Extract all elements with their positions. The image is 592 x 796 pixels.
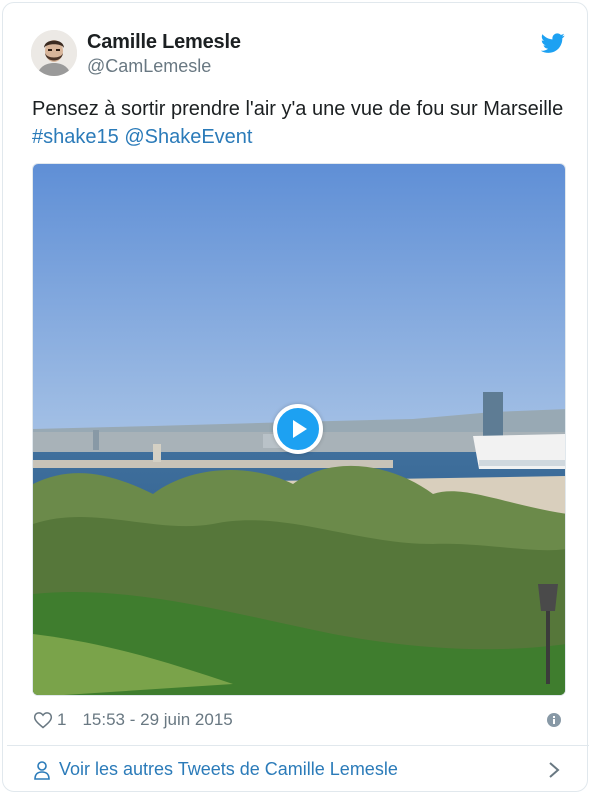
- chevron-right-icon[interactable]: [547, 761, 561, 779]
- divider: [7, 745, 589, 746]
- mention-link[interactable]: @ShakeEvent: [124, 126, 252, 148]
- tweet-card: Camille Lemesle @CamLemesle Pensez à sor…: [2, 2, 589, 792]
- heart-icon[interactable]: [33, 710, 53, 730]
- hashtag-link[interactable]: #shake15: [32, 126, 119, 148]
- tweet-meta: 1 15:53 - 29 juin 2015: [33, 710, 233, 730]
- author-name[interactable]: Camille Lemesle: [87, 31, 241, 54]
- avatar[interactable]: [31, 30, 77, 76]
- tweet-body: Pensez à sortir prendre l'air y'a une vu…: [32, 98, 564, 120]
- twitter-bird-icon[interactable]: [540, 31, 565, 55]
- more-tweets-label: Voir les autres Tweets de Camille Lemesl…: [59, 759, 398, 779]
- like-count: 1: [57, 710, 67, 729]
- person-icon: [33, 760, 51, 780]
- more-tweets-link[interactable]: Voir les autres Tweets de Camille Lemesl…: [33, 759, 398, 780]
- tweet-timestamp[interactable]: 15:53 - 29 juin 2015: [82, 710, 232, 730]
- play-button[interactable]: [273, 404, 323, 454]
- info-icon[interactable]: [546, 712, 562, 728]
- play-icon: [293, 420, 307, 438]
- author-handle[interactable]: @CamLemesle: [87, 56, 211, 77]
- tweet-text: Pensez à sortir prendre l'air y'a une vu…: [32, 95, 572, 151]
